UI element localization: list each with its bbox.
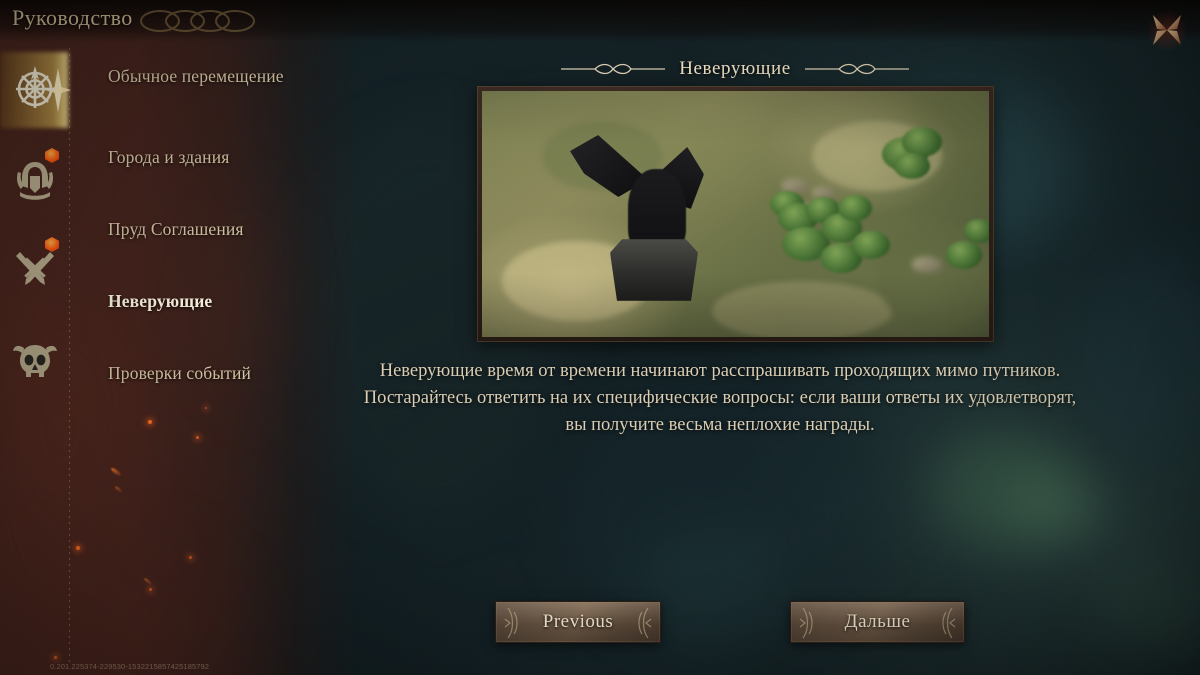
sidebar-icon-normal-movement[interactable] [0, 52, 71, 128]
button-ornament-right [942, 607, 956, 639]
button-ornament-left [799, 607, 813, 639]
sidebar-icon-rail [0, 42, 71, 662]
sidebar-menu: Обычное перемещение Города и здания Пруд… [86, 0, 368, 675]
horned-skull-icon [13, 345, 57, 377]
previous-button[interactable]: Previous [495, 601, 661, 643]
sidebar-icon-pond-of-agreement[interactable] [0, 232, 69, 308]
next-button-label: Дальше [844, 611, 911, 632]
button-ornament-left [504, 607, 518, 639]
guide-overlay: Руководство Обычное перемещение Города и… [0, 0, 1200, 675]
next-button[interactable]: Дальше [790, 601, 965, 643]
close-icon [1153, 15, 1181, 45]
content-title: Неверующие [679, 58, 791, 79]
sidebar-item-pond-of-agreement[interactable]: Пруд Соглашения [108, 219, 358, 240]
sidebar-item-cities-buildings[interactable]: Города и здания [108, 147, 358, 168]
illustration-frame [477, 86, 994, 342]
compass-rose-icon [16, 66, 54, 108]
sidebar-icon-cities-buildings[interactable] [0, 142, 69, 218]
sidebar-icon-event-checks[interactable] [0, 322, 69, 398]
illustration-image [482, 91, 989, 337]
previous-button-label: Previous [542, 611, 614, 632]
build-version-text: 0.201.225374-229530-1532215857425185792 [50, 662, 210, 671]
sidebar-item-normal-movement[interactable]: Обычное перемещение [108, 66, 358, 87]
close-button[interactable] [1144, 8, 1190, 52]
content-description: Неверующие время от времени начинают рас… [363, 361, 1077, 435]
sidebar-item-unbelievers[interactable]: Неверующие [86, 282, 358, 322]
content-title-row: Неверующие [475, 55, 995, 83]
title-ornament-right [804, 63, 909, 75]
button-ornament-right [638, 607, 652, 639]
sidebar-item-event-checks[interactable]: Проверки событий [108, 363, 358, 384]
sidebar-divider [69, 48, 70, 662]
title-ornament-left [561, 63, 666, 75]
